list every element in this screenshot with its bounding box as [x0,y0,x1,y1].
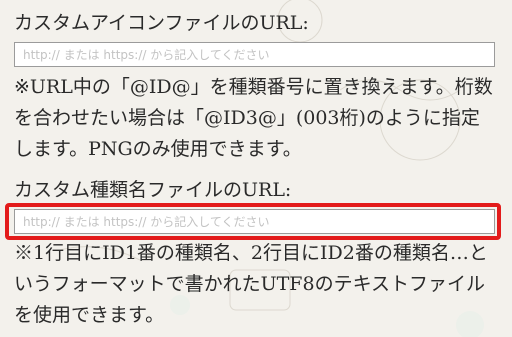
note-line: ※URL中の「@ID@」を種類番号に置き換えます。桁数 [14,76,493,98]
custom-type-name-url-input[interactable] [14,209,495,234]
note-line: を合わせたい場合は「@ID3@」(003桁)のように指定 [14,107,480,129]
note-line: ※1行目にID1番の種類名、2行目にID2番の種類名…と [14,242,488,264]
custom-icon-url-label: カスタムアイコンファイルのURL: [14,12,309,34]
note-line: します。PNGのみ使用できます。 [14,138,302,160]
note-line: いうフォーマットで書かれたUTF8のテキストファイル [14,273,486,295]
custom-icon-url-note: ※URL中の「@ID@」を種類番号に置き換えます。桁数 を合わせたい場合は「@I… [14,72,504,165]
custom-type-name-url-label: カスタム種類名ファイルのURL: [14,179,292,201]
custom-type-name-url-note: ※1行目にID1番の種類名、2行目にID2番の種類名…と いうフォーマットで書か… [14,238,504,331]
custom-icon-url-input[interactable] [14,42,495,67]
note-line: を使用できます。 [14,304,165,326]
